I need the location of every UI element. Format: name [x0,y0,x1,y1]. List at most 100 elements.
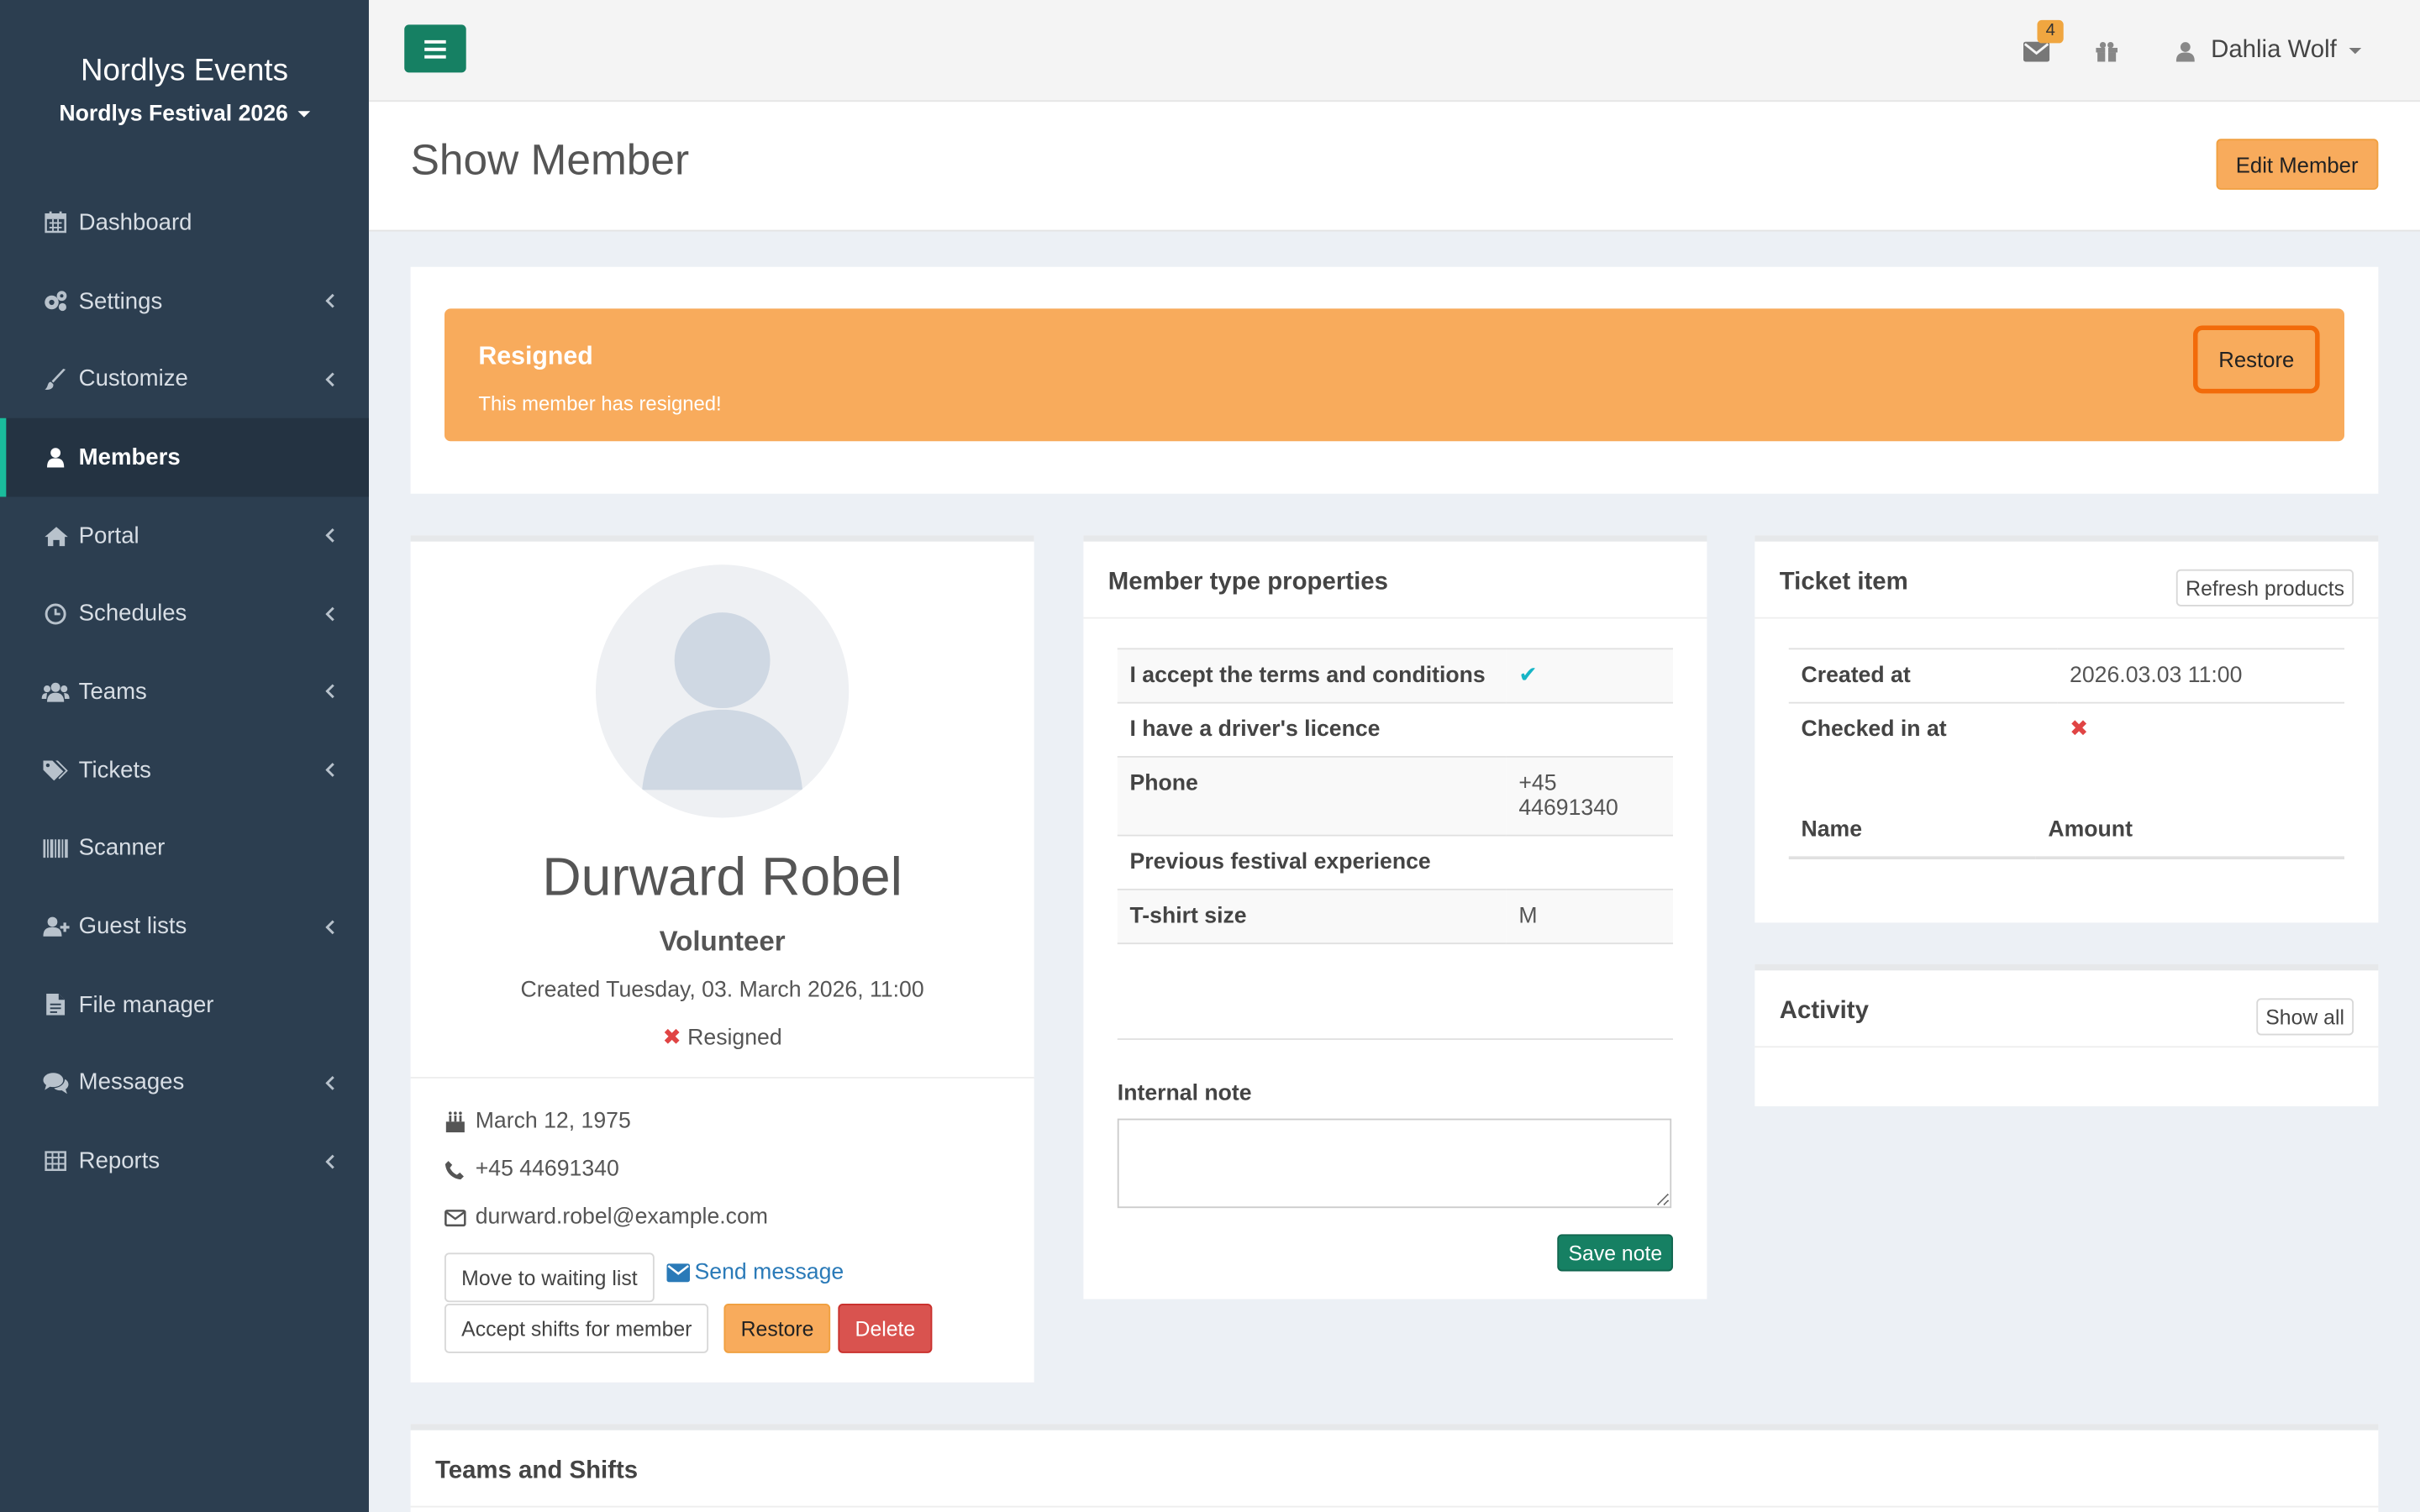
barcode-icon [42,838,70,858]
table-row: Created at 2026.03.03 11:00 [1788,648,2344,703]
phone-line: +45 44691340 [445,1158,619,1182]
comments-icon [42,1072,70,1095]
sidebar-item-customize[interactable]: Customize [0,340,369,418]
properties-table: I accept the terms and conditions ✔ I have… [1117,648,1674,945]
profile-box: Durward Robel Volunteer Created Tuesday,… [410,535,1034,1383]
sidebar-item-tickets[interactable]: Tickets [0,731,369,809]
content-header: Show Member Edit Member [368,102,2420,232]
sidebar-item-dashboard[interactable]: Dashboard [0,184,369,262]
user-icon [42,447,70,468]
property-value: M [1506,888,1674,945]
sidebar-item-label: Schedules [78,601,187,627]
home-icon [42,526,70,546]
accept-shifts-button[interactable]: Accept shifts for member [444,1304,709,1353]
sidebar-item-label: Settings [78,287,163,314]
divider [410,1077,1034,1079]
sidebar-item-guest-lists[interactable]: Guest lists [0,887,369,965]
sidebar-item-members[interactable]: Members [0,417,369,496]
birthday-text: March 12, 1975 [475,1109,631,1134]
sidebar-item-settings[interactable]: Settings [0,262,369,340]
edit-member-button[interactable]: Edit Member [2215,139,2379,190]
sidebar-item-messages[interactable]: Messages [0,1044,369,1122]
sidebar-item-label: Tickets [78,757,151,784]
column-header-name: Name [1788,808,2036,860]
birthday-cake-icon [445,1110,472,1133]
cogs-icon [42,290,70,312]
divider [1754,617,2379,619]
sidebar: Nordlys Events Nordlys Festival 2026 Das… [0,0,369,1512]
save-note-button[interactable]: Save note [1557,1234,1674,1272]
chevron-left-icon [325,761,335,783]
messages-nav[interactable]: 4 [2001,0,2071,102]
internal-note-textarea[interactable] [1117,1118,1672,1209]
sidebar-item-label: Teams [78,679,147,706]
send-message-link[interactable]: Send message [666,1261,844,1285]
alert-restore-button[interactable]: Restore [2193,325,2320,394]
avatar-placeholder-icon [642,612,803,790]
chevron-left-icon [325,683,335,705]
created-at-label: Created at [1788,648,2058,703]
table-row: Checked in at ✖ [1788,701,2344,756]
checked-in-value: ✖ [2057,701,2344,756]
teams-and-shifts-box: Teams and Shifts [410,1424,2379,1512]
divider [1754,1046,2379,1048]
ticket-item-box: Ticket item Refresh products Created at … [1754,535,2379,923]
box-title: Activity [1779,998,1869,1025]
member-status-label: Resigned [687,1026,782,1051]
sidebar-item-schedules[interactable]: Schedules [0,575,369,653]
table-row: I accept the terms and conditions ✔ [1117,648,1674,703]
checked-in-label: Checked in at [1788,701,2058,756]
property-key: T-shirt size [1117,888,1507,945]
show-all-button[interactable]: Show all [2256,998,2354,1036]
property-value: +45 44691340 [1506,755,1674,836]
email-text: durward.robel@example.com [475,1205,768,1230]
delete-button[interactable]: Delete [838,1304,933,1353]
divider [1117,1038,1674,1040]
move-to-waiting-list-button[interactable]: Move to waiting list [444,1252,655,1303]
sidebar-item-label: Dashboard [78,209,192,236]
alert-title: Resigned [478,342,593,370]
event-selector[interactable]: Nordlys Festival 2026 [59,102,310,127]
created-at-value: 2026.03.03 11:00 [2057,648,2344,703]
column-header-amount: Amount [2035,808,2344,860]
sidebar-item-label: Members [78,444,181,471]
sidebar-item-label: Messages [78,1069,185,1096]
member-type-properties-box: Member type properties I accept the term… [1083,535,1707,1299]
brand: Nordlys Events Nordlys Festival 2026 [0,0,369,155]
sidebar-item-reports[interactable]: Reports [0,1122,369,1200]
topbar: 4 Dahlia Wolf [368,0,2420,102]
calendar-icon [42,212,70,234]
tags-icon [42,759,70,781]
file-icon [42,994,70,1016]
chevron-left-icon [325,917,335,939]
sidebar-toggle-button[interactable] [404,24,466,73]
gift-nav[interactable] [2072,0,2143,102]
divider [410,1505,2379,1508]
refresh-products-button[interactable]: Refresh products [2176,569,2354,606]
sidebar-item-file-manager[interactable]: File manager [0,966,369,1044]
restore-button[interactable]: Restore [723,1304,831,1353]
phone-icon [445,1159,472,1179]
ticket-products-table: Name Amount [1788,808,2344,860]
internal-note-label: Internal note [1117,1081,1252,1106]
sidebar-item-label: Guest lists [78,913,187,940]
email-line: durward.robel@example.com [445,1205,768,1230]
member-created: Created Tuesday, 03. March 2026, 11:00 [520,978,924,1003]
caret-down-icon [297,111,310,118]
property-value [1506,701,1674,757]
messages-badge: 4 [2038,19,2063,44]
sidebar-item-scanner[interactable]: Scanner [0,809,369,887]
table-row: Previous festival experience [1117,834,1674,890]
chevron-left-icon [325,526,335,548]
times-icon: ✖ [662,1026,681,1051]
sidebar-item-label: Customize [78,365,188,392]
user-menu[interactable]: Dahlia Wolf [2143,37,2420,65]
member-role: Volunteer [659,926,786,957]
alert-text: This member has resigned! [478,391,722,416]
sidebar-item-label: File manager [78,991,214,1018]
table-row: I have a driver's licence [1117,701,1674,757]
member-name: Durward Robel [542,847,902,907]
sidebar-item-portal[interactable]: Portal [0,496,369,575]
sidebar-item-teams[interactable]: Teams [0,653,369,731]
page-title: Show Member [410,135,690,184]
